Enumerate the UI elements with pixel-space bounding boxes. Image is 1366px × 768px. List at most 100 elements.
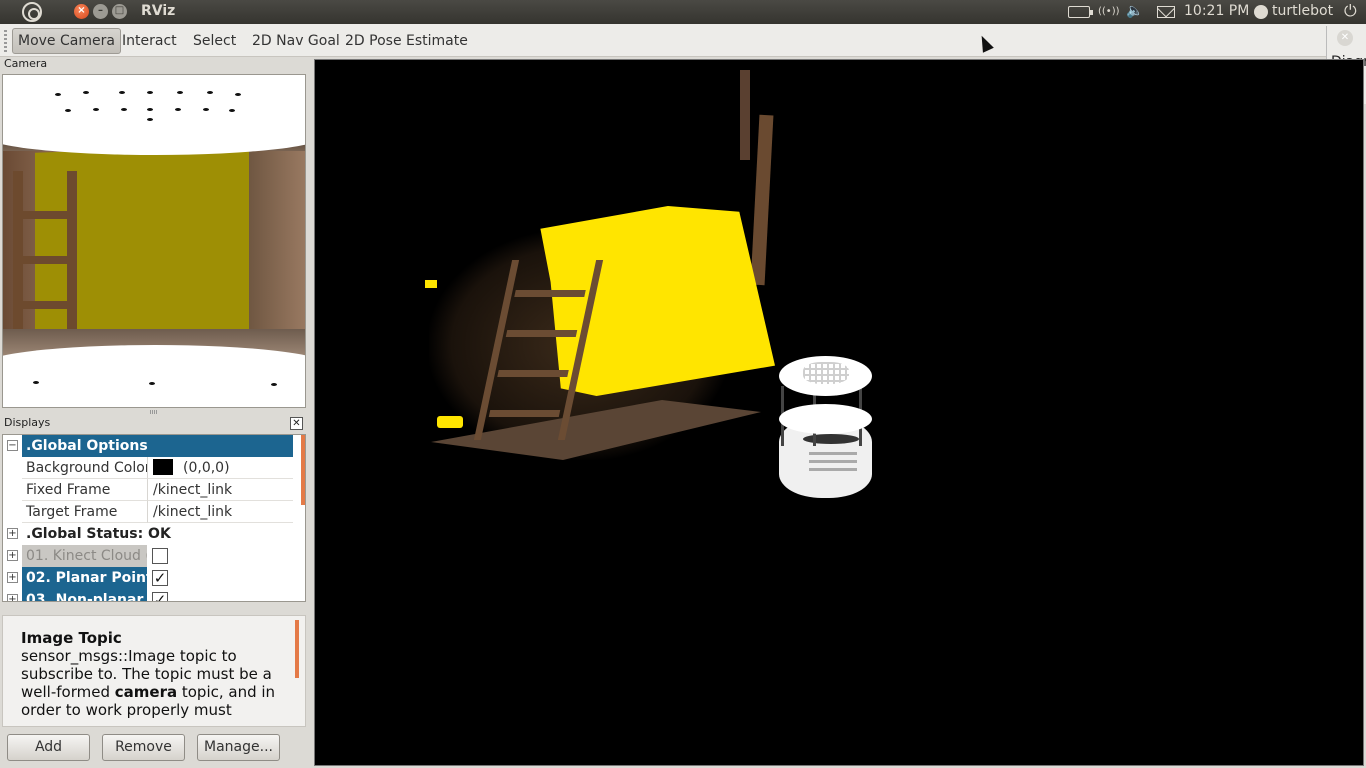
point-cloud-pole bbox=[740, 70, 750, 160]
volume-icon[interactable]: 🔈 bbox=[1126, 3, 1143, 19]
tool-move-camera[interactable]: Move Camera bbox=[12, 28, 121, 54]
power-icon[interactable]: ⏻ bbox=[1344, 1, 1357, 21]
point-cloud-fragment bbox=[437, 416, 463, 428]
property-name-background-color: Background Color bbox=[22, 457, 147, 479]
toolbar-grip-handle[interactable] bbox=[4, 30, 7, 52]
property-value-background-color[interactable]: (0,0,0) bbox=[147, 457, 293, 479]
window-title: RViz bbox=[141, 3, 176, 19]
battery-icon[interactable] bbox=[1068, 6, 1093, 18]
tool-2d-nav-goal[interactable]: 2D Nav Goal bbox=[246, 28, 346, 54]
panel-splitter-handle[interactable] bbox=[150, 410, 158, 414]
camera-marker-dot bbox=[147, 118, 153, 121]
tool-interact[interactable]: Interact bbox=[116, 28, 183, 54]
tool-select[interactable]: Select bbox=[187, 28, 242, 54]
add-display-button[interactable]: Add bbox=[7, 734, 90, 761]
ladder-rung bbox=[514, 290, 586, 297]
displays-panel-title: Displays bbox=[4, 416, 51, 429]
3d-render-view[interactable] bbox=[314, 59, 1364, 766]
property-value-fixed-frame[interactable]: /kinect_link bbox=[147, 479, 293, 501]
point-cloud-pole bbox=[750, 114, 774, 286]
camera-marker-dot bbox=[207, 91, 213, 94]
tool-2d-pose-estimate[interactable]: 2D Pose Estimate bbox=[339, 28, 474, 54]
point-cloud-fragment bbox=[425, 280, 437, 288]
tree-row-planar-points[interactable]: + 02. Planar Points ✓ bbox=[3, 567, 293, 589]
camera-marker-dot bbox=[147, 91, 153, 94]
expand-icon[interactable]: + bbox=[7, 594, 18, 601]
top-panel: × – □ RViz ((•)) 🔈 10:21 PM turtlebot ⏻ bbox=[0, 0, 1366, 24]
window-close-button[interactable]: × bbox=[74, 4, 89, 19]
tree-label-global-status: .Global Status: OK bbox=[26, 526, 171, 542]
expand-icon[interactable]: + bbox=[7, 572, 18, 583]
display-enabled-checkbox[interactable] bbox=[152, 548, 168, 564]
clock[interactable]: 10:21 PM bbox=[1184, 3, 1249, 19]
camera-marker-dot bbox=[271, 383, 277, 386]
tree-row-fixed-frame[interactable]: Fixed Frame /kinect_link bbox=[3, 479, 293, 501]
tree-label-non-planar-points: 03. Non-planar Po bbox=[22, 589, 147, 601]
tree-row-global-options[interactable]: − .Global Options bbox=[3, 435, 293, 457]
tree-row-kinect-cloud[interactable]: + 01. Kinect Cloud (F bbox=[3, 545, 293, 567]
expand-icon[interactable]: + bbox=[7, 528, 18, 539]
camera-image bbox=[3, 131, 305, 359]
camera-marker-dot bbox=[119, 91, 125, 94]
user-icon[interactable] bbox=[1254, 5, 1268, 19]
tree-label-kinect-cloud: 01. Kinect Cloud (F bbox=[22, 545, 147, 567]
window-maximize-button[interactable]: □ bbox=[112, 4, 127, 19]
ladder-rung bbox=[497, 370, 569, 377]
tree-label-global-options: .Global Options bbox=[22, 435, 293, 457]
tree-row-target-frame[interactable]: Target Frame /kinect_link bbox=[3, 501, 293, 523]
displays-scrollbar[interactable] bbox=[301, 435, 305, 505]
expand-icon[interactable]: + bbox=[7, 550, 18, 561]
camera-marker-dot bbox=[229, 109, 235, 112]
turtlebot-robot-model bbox=[779, 356, 875, 504]
color-swatch[interactable] bbox=[153, 459, 173, 475]
tree-row-global-status[interactable]: + .Global Status: OK bbox=[3, 523, 293, 545]
property-value-target-frame[interactable]: /kinect_link bbox=[147, 501, 293, 523]
camera-marker-dot bbox=[121, 108, 127, 111]
camera-distortion-bottom bbox=[3, 345, 305, 385]
camera-marker-dot bbox=[55, 93, 61, 96]
property-name-target-frame: Target Frame bbox=[22, 501, 147, 523]
camera-marker-dot bbox=[33, 381, 39, 384]
turtlebot-middle-plate bbox=[779, 404, 872, 434]
help-description: sensor_msgs::Image topic to subscribe to… bbox=[21, 647, 289, 719]
ubuntu-logo-icon[interactable] bbox=[22, 2, 42, 22]
tree-row-non-planar-points[interactable]: + 03. Non-planar Po ✓ bbox=[3, 589, 293, 601]
camera-distortion-top bbox=[3, 115, 305, 155]
window-minimize-button[interactable]: – bbox=[93, 4, 108, 19]
camera-marker-dot bbox=[65, 109, 71, 112]
wifi-icon[interactable]: ((•)) bbox=[1098, 6, 1120, 17]
property-help-box: Image Topic sensor_msgs::Image topic to … bbox=[2, 615, 306, 727]
collapse-icon[interactable]: − bbox=[7, 440, 18, 451]
camera-stool bbox=[13, 171, 77, 351]
camera-marker-dot bbox=[93, 108, 99, 111]
displays-tree[interactable]: − .Global Options Background Color (0,0,… bbox=[2, 434, 306, 602]
remove-display-button[interactable]: Remove bbox=[102, 734, 185, 761]
camera-marker-dot bbox=[203, 108, 209, 111]
turtlebot-top-plate bbox=[779, 356, 872, 396]
manage-displays-button[interactable]: Manage... bbox=[197, 734, 280, 761]
display-enabled-checkbox[interactable]: ✓ bbox=[152, 570, 168, 586]
ladder-rung bbox=[505, 330, 578, 337]
camera-image-view[interactable] bbox=[2, 74, 306, 408]
ladder-rung bbox=[488, 410, 561, 417]
tree-label-planar-points: 02. Planar Points bbox=[22, 567, 147, 589]
property-name-fixed-frame: Fixed Frame bbox=[22, 479, 147, 501]
camera-marker-dot bbox=[235, 93, 241, 96]
help-text-bold: camera bbox=[114, 683, 178, 701]
camera-panel-title: Camera bbox=[4, 57, 48, 70]
camera-marker-dot bbox=[149, 382, 155, 385]
help-title: Image Topic bbox=[21, 629, 122, 647]
diagnostics-close-button[interactable]: ✕ bbox=[1337, 30, 1353, 46]
displays-close-button[interactable]: ✕ bbox=[290, 417, 303, 430]
display-enabled-checkbox[interactable]: ✓ bbox=[152, 592, 168, 601]
background-color-value: (0,0,0) bbox=[183, 460, 230, 476]
mail-icon[interactable] bbox=[1157, 6, 1175, 18]
tool-bar: Move Camera Interact Select 2D Nav Goal … bbox=[0, 24, 1366, 57]
camera-marker-dot bbox=[83, 91, 89, 94]
user-name[interactable]: turtlebot bbox=[1272, 3, 1333, 19]
tree-row-background-color[interactable]: Background Color (0,0,0) bbox=[3, 457, 293, 479]
camera-marker-dot bbox=[175, 108, 181, 111]
camera-marker-dot bbox=[147, 108, 153, 111]
help-scrollbar[interactable] bbox=[295, 620, 299, 678]
camera-marker-dot bbox=[177, 91, 183, 94]
